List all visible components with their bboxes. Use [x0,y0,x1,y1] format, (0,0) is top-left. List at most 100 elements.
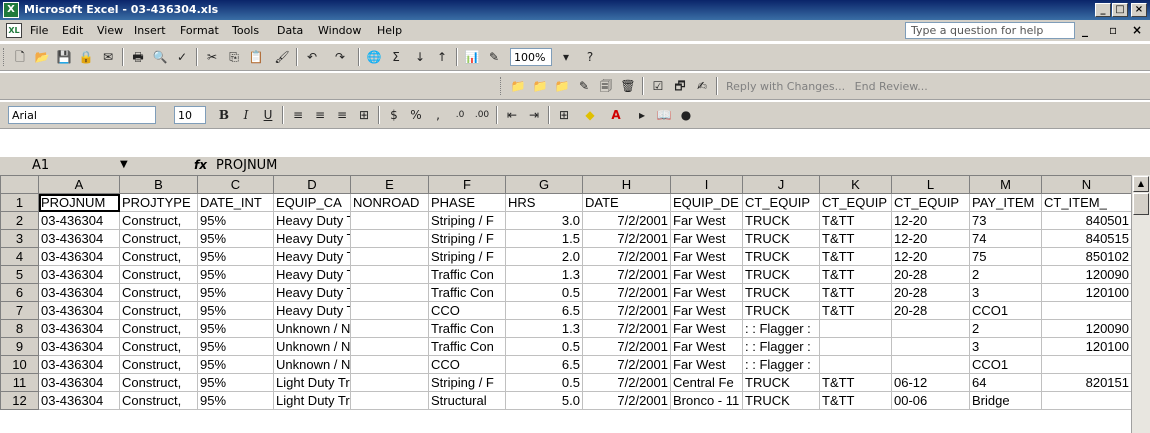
reply-with-changes-button[interactable]: Reply with Changes... [726,80,845,93]
grid-cell[interactable]: Light Duty Truck [273,391,351,410]
close-button[interactable]: × [1131,3,1147,17]
row-header[interactable]: 7 [0,301,39,320]
grid-cell[interactable]: 95% [197,355,274,374]
grid-cell[interactable]: 5.0 [505,391,583,410]
grid-cell[interactable]: 12-20 [891,229,970,248]
font-color-icon[interactable]: A [606,105,626,125]
borders-icon[interactable]: ⊞ [554,105,574,125]
row-header[interactable]: 4 [0,247,39,266]
grid-cell[interactable] [350,373,429,392]
grid-cell[interactable]: 03-436304 [38,301,120,320]
grid-cell[interactable]: 6.5 [505,301,583,320]
row-header[interactable]: 12 [0,391,39,410]
grid-cell[interactable] [350,355,429,374]
grid-cell[interactable]: 840515 [1041,229,1132,248]
row-header[interactable]: 2 [0,211,39,230]
grid-cell[interactable] [819,355,892,374]
italic-icon[interactable]: I [236,105,256,125]
drawing-icon[interactable]: ✎ [484,47,504,67]
spelling-icon[interactable]: ✓ [172,47,192,67]
grid-cell[interactable]: 7/2/2001 [582,355,671,374]
autosum-icon[interactable]: Σ [386,47,406,67]
grid-cell[interactable]: Far West [670,319,743,338]
grid-cell[interactable]: TRUCK [742,247,820,266]
column-header[interactable]: A [38,175,120,194]
grid-cell[interactable]: PROJTYPE [119,193,198,212]
grid-cell[interactable] [350,391,429,410]
grid-cell[interactable]: 95% [197,319,274,338]
grid-cell[interactable]: Heavy Duty Truck [273,229,351,248]
spreadsheet-grid[interactable]: A B C D E F G H I J K L M N 1 PROJNUM PROJ… [0,175,1132,410]
grid-cell[interactable]: Striping / F [428,247,506,266]
grid-cell[interactable]: 2 [969,319,1042,338]
column-header[interactable]: B [119,175,198,194]
grid-cell[interactable]: 20-28 [891,283,970,302]
grid-cell[interactable]: Unknown / Not Equipr [273,337,351,356]
grid-cell[interactable]: T&TT [819,265,892,284]
show-all-comments-icon[interactable]: ☑ [648,76,668,96]
grid-cell[interactable]: Far West [670,283,743,302]
column-header[interactable]: D [273,175,351,194]
grid-cell[interactable] [819,319,892,338]
grid-cell[interactable]: 820151 [1041,373,1132,392]
fill-color-icon[interactable]: ◆ [580,105,600,125]
align-center-icon[interactable]: ≡ [310,105,330,125]
grid-cell[interactable]: PHASE [428,193,506,212]
grid-cell[interactable]: 840501 [1041,211,1132,230]
grid-cell[interactable]: Bridge [969,391,1042,410]
grid-cell[interactable] [1041,391,1132,410]
grid-cell[interactable]: TRUCK [742,283,820,302]
grid-cell[interactable] [350,283,429,302]
grid-cell[interactable]: 73 [969,211,1042,230]
copy-icon[interactable]: ⎘ [224,47,244,67]
print-preview-icon[interactable]: 🔍 [150,47,170,67]
menu-file[interactable]: File [30,24,48,37]
name-box-dropdown-icon[interactable]: ▼ [120,159,128,170]
grid-cell[interactable]: 0.5 [505,373,583,392]
grid-cell[interactable]: CCO [428,355,506,374]
doc-restore-button[interactable]: ▫ [1109,23,1117,37]
menu-format[interactable]: Format [180,24,219,37]
column-header[interactable]: E [350,175,429,194]
grid-cell[interactable]: 03-436304 [38,283,120,302]
grid-cell[interactable]: 0.5 [505,337,583,356]
comma-style-icon[interactable]: , [428,105,448,125]
grid-cell[interactable]: DATE [582,193,671,212]
grid-cell[interactable]: Far West [670,355,743,374]
grid-cell[interactable]: Striping / F [428,229,506,248]
grid-cell[interactable]: Structural [428,391,506,410]
row-header[interactable]: 8 [0,319,39,338]
grid-cell[interactable]: Heavy Duty Truck [273,283,351,302]
grid-cell[interactable]: 95% [197,283,274,302]
grid-cell[interactable]: 20-28 [891,301,970,320]
sort-descending-icon[interactable]: ↑ [432,47,452,67]
grid-cell[interactable]: CCO1 [969,301,1042,320]
grid-cell[interactable]: Construct, [119,247,198,266]
grid-cell[interactable]: : : Flagger : [742,337,820,356]
grid-cell[interactable]: 03-436304 [38,373,120,392]
redo-icon[interactable]: ↷ [330,47,350,67]
grid-cell[interactable]: 850102 [1041,247,1132,266]
hyperlink-icon[interactable]: 🌐 [364,47,384,67]
grid-cell[interactable]: Unknown / Not Equipr [273,319,351,338]
grid-cell[interactable] [891,355,970,374]
grid-cell[interactable]: 95% [197,373,274,392]
grid-cell[interactable]: 95% [197,301,274,320]
grid-cell[interactable]: 120090 [1041,265,1132,284]
zoom-select[interactable]: 100% [510,48,552,66]
grid-cell[interactable]: 120100 [1041,337,1132,356]
print-icon[interactable]: 🖶 [128,47,148,67]
column-header[interactable]: H [582,175,671,194]
grid-cell[interactable] [350,211,429,230]
grid-cell[interactable]: T&TT [819,211,892,230]
grid-cell[interactable]: T&TT [819,247,892,266]
grid-cell[interactable] [1041,355,1132,374]
grid-cell[interactable] [819,337,892,356]
grid-cell[interactable]: Far West [670,301,743,320]
grid-cell[interactable]: Far West [670,265,743,284]
grid-cell[interactable]: Construct, [119,391,198,410]
grid-cell[interactable]: T&TT [819,301,892,320]
grid-cell[interactable]: 95% [197,211,274,230]
delete-comment-icon[interactable]: 🗑 [618,76,638,96]
grid-cell[interactable]: 03-436304 [38,229,120,248]
